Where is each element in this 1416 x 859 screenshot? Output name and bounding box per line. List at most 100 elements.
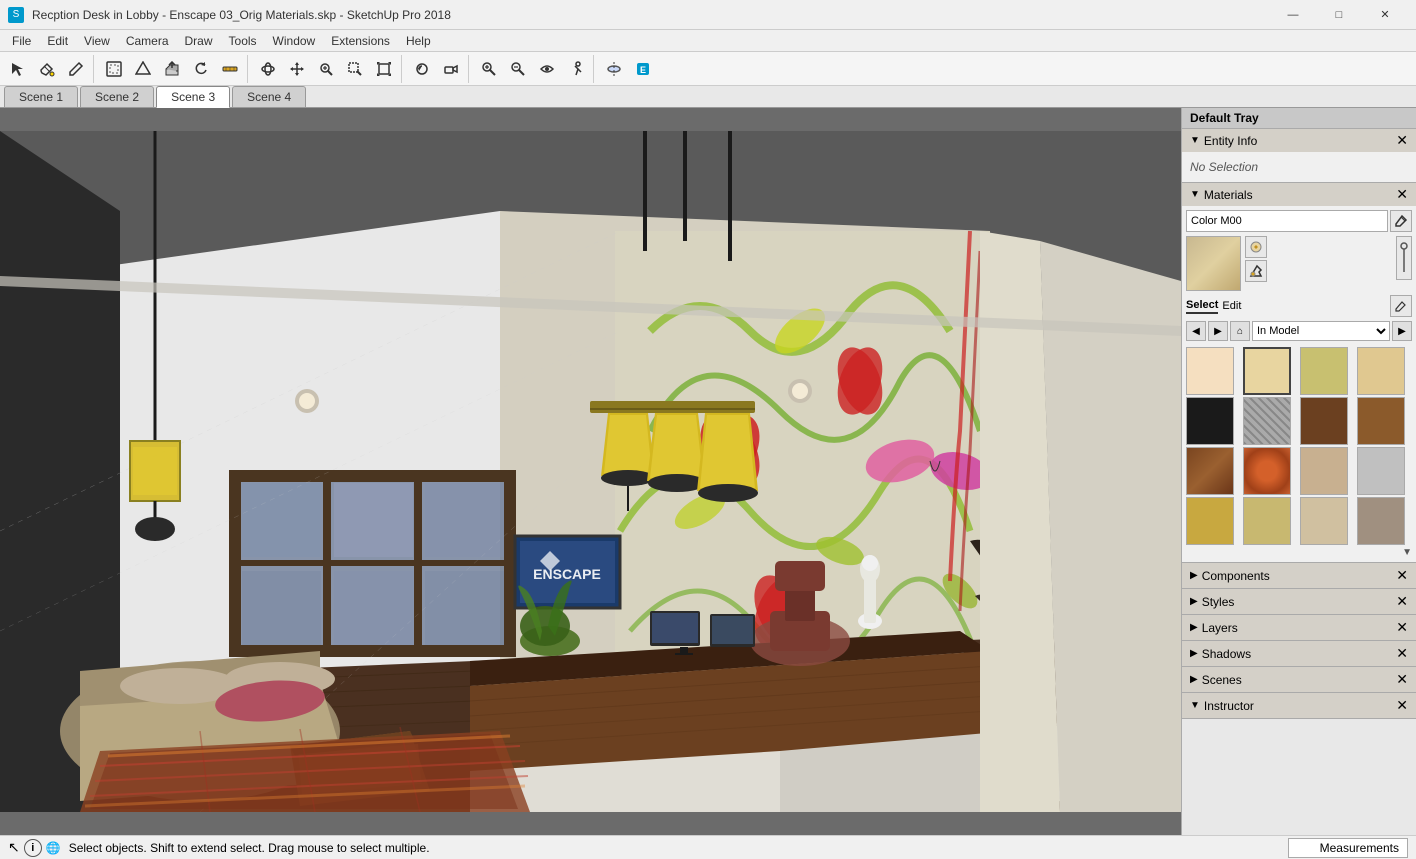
scenes-header[interactable]: ▶ Scenes ✕ bbox=[1182, 667, 1416, 692]
tab-scene1[interactable]: Scene 1 bbox=[4, 86, 78, 107]
menu-file[interactable]: File bbox=[4, 32, 39, 50]
rotate-button[interactable] bbox=[187, 55, 215, 83]
back-button[interactable]: ◀ bbox=[1186, 321, 1206, 341]
entity-info-section: ▼ Entity Info ✕ No Selection bbox=[1182, 129, 1416, 183]
styles-arrow: ▶ bbox=[1190, 596, 1198, 607]
material-swatch[interactable] bbox=[1357, 397, 1405, 445]
material-swatch[interactable] bbox=[1243, 497, 1291, 545]
material-swatch[interactable] bbox=[1300, 447, 1348, 495]
details-button[interactable] bbox=[1396, 236, 1412, 280]
material-swatch[interactable] bbox=[1186, 397, 1234, 445]
instructor-close[interactable]: ✕ bbox=[1396, 697, 1408, 714]
material-swatch[interactable] bbox=[1300, 347, 1348, 395]
materials-close[interactable]: ✕ bbox=[1396, 186, 1408, 203]
layers-close[interactable]: ✕ bbox=[1396, 619, 1408, 636]
position-camera-button[interactable] bbox=[437, 55, 465, 83]
components-arrow: ▶ bbox=[1190, 570, 1198, 581]
tray-title: Default Tray bbox=[1190, 111, 1259, 125]
paint-bucket-button[interactable] bbox=[33, 55, 61, 83]
material-swatch[interactable] bbox=[1357, 497, 1405, 545]
styles-close[interactable]: ✕ bbox=[1396, 593, 1408, 610]
zoom-out-button[interactable] bbox=[504, 55, 532, 83]
enscape-button[interactable]: E bbox=[629, 55, 657, 83]
zoom-window-button[interactable] bbox=[341, 55, 369, 83]
push-pull-button[interactable] bbox=[158, 55, 186, 83]
edit-tab[interactable]: Edit bbox=[1222, 300, 1241, 312]
home-button[interactable]: ⌂ bbox=[1230, 321, 1250, 341]
menu-tools[interactable]: Tools bbox=[221, 32, 265, 50]
instructor-header[interactable]: ▼ Instructor ✕ bbox=[1182, 693, 1416, 718]
material-swatch[interactable] bbox=[1357, 347, 1405, 395]
line-button[interactable] bbox=[100, 55, 128, 83]
previous-view-button[interactable] bbox=[408, 55, 436, 83]
material-name-icon1[interactable] bbox=[1390, 210, 1412, 232]
materials-header[interactable]: ▼ Materials ✕ bbox=[1182, 183, 1416, 206]
menu-view[interactable]: View bbox=[76, 32, 118, 50]
menu-draw[interactable]: Draw bbox=[177, 32, 221, 50]
material-swatch[interactable] bbox=[1243, 397, 1291, 445]
tab-scene2[interactable]: Scene 2 bbox=[80, 86, 154, 107]
svg-text:ENSCAPE: ENSCAPE bbox=[533, 566, 601, 582]
tab-scene3[interactable]: Scene 3 bbox=[156, 86, 230, 108]
section-plane-button[interactable] bbox=[600, 55, 628, 83]
menu-help[interactable]: Help bbox=[398, 32, 439, 50]
materials-name-input[interactable] bbox=[1186, 210, 1388, 232]
scroll-down-button[interactable]: ▼ bbox=[1402, 547, 1412, 558]
zoom-in-button[interactable] bbox=[475, 55, 503, 83]
geo-icon: 🌐 bbox=[46, 841, 61, 855]
pencil-button[interactable] bbox=[62, 55, 90, 83]
material-swatch[interactable] bbox=[1357, 447, 1405, 495]
material-swatch[interactable] bbox=[1243, 447, 1291, 495]
orbit-button[interactable] bbox=[254, 55, 282, 83]
components-header[interactable]: ▶ Components ✕ bbox=[1182, 563, 1416, 588]
entity-info-header[interactable]: ▼ Entity Info ✕ bbox=[1182, 129, 1416, 152]
material-swatch[interactable] bbox=[1243, 347, 1291, 395]
instructor-arrow: ▼ bbox=[1190, 700, 1200, 711]
menu-camera[interactable]: Camera bbox=[118, 32, 177, 50]
status-hint: Select objects. Shift to extend select. … bbox=[69, 841, 1280, 855]
scene-tabs: Scene 1 Scene 2 Scene 3 Scene 4 bbox=[0, 86, 1416, 108]
shapes-button[interactable] bbox=[129, 55, 157, 83]
material-swatch[interactable] bbox=[1186, 497, 1234, 545]
shadows-close[interactable]: ✕ bbox=[1396, 645, 1408, 662]
styles-header[interactable]: ▶ Styles ✕ bbox=[1182, 589, 1416, 614]
materials-preview bbox=[1186, 236, 1241, 291]
zoom-button[interactable] bbox=[312, 55, 340, 83]
components-close[interactable]: ✕ bbox=[1396, 567, 1408, 584]
material-swatch[interactable] bbox=[1300, 497, 1348, 545]
menu-extensions[interactable]: Extensions bbox=[323, 32, 398, 50]
3d-viewport[interactable]: ENSCAPE bbox=[0, 108, 1181, 835]
layers-header[interactable]: ▶ Layers ✕ bbox=[1182, 615, 1416, 640]
entity-info-close[interactable]: ✕ bbox=[1396, 132, 1408, 149]
forward-button[interactable]: ▶ bbox=[1208, 321, 1228, 341]
create-material-button[interactable] bbox=[1245, 236, 1267, 258]
materials-grid bbox=[1186, 347, 1412, 545]
material-swatch[interactable] bbox=[1186, 447, 1234, 495]
app-icon: S bbox=[8, 7, 24, 23]
shadows-header[interactable]: ▶ Shadows ✕ bbox=[1182, 641, 1416, 666]
pan-button[interactable] bbox=[283, 55, 311, 83]
walk-button[interactable] bbox=[562, 55, 590, 83]
look-around-button[interactable] bbox=[533, 55, 561, 83]
materials-scroll-area[interactable] bbox=[1186, 345, 1412, 545]
menu-window[interactable]: Window bbox=[265, 32, 324, 50]
select-tool-button[interactable] bbox=[4, 55, 32, 83]
edit-pencil-button[interactable] bbox=[1390, 295, 1412, 317]
nav-arrow-button[interactable]: ▶ bbox=[1392, 321, 1412, 341]
minimize-button[interactable]: — bbox=[1270, 0, 1316, 30]
tape-measure-button[interactable] bbox=[216, 55, 244, 83]
status-icons: ↖ i 🌐 bbox=[8, 839, 61, 857]
close-button[interactable]: ✕ bbox=[1362, 0, 1408, 30]
sample-material-button[interactable] bbox=[1245, 260, 1267, 282]
select-tab[interactable]: Select bbox=[1186, 299, 1218, 314]
materials-title: Materials bbox=[1204, 188, 1253, 202]
shadows-section: ▶ Shadows ✕ bbox=[1182, 641, 1416, 667]
tab-scene4[interactable]: Scene 4 bbox=[232, 86, 306, 107]
maximize-button[interactable]: □ bbox=[1316, 0, 1362, 30]
material-library-select[interactable]: In Model bbox=[1252, 321, 1390, 341]
material-swatch[interactable] bbox=[1300, 397, 1348, 445]
material-swatch[interactable] bbox=[1186, 347, 1234, 395]
menu-edit[interactable]: Edit bbox=[39, 32, 76, 50]
zoom-extents-button[interactable] bbox=[370, 55, 398, 83]
scenes-close[interactable]: ✕ bbox=[1396, 671, 1408, 688]
